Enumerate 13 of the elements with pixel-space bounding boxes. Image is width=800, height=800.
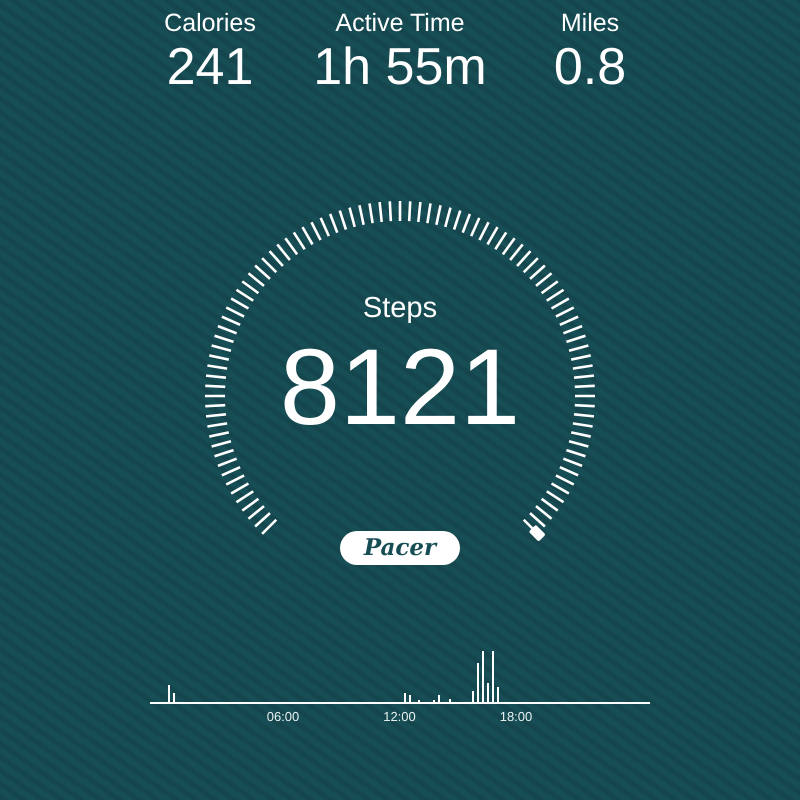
stat-label: Calories <box>164 8 256 38</box>
stat-label: Miles <box>560 8 620 38</box>
steps-label: Steps <box>362 291 438 325</box>
gauge-thumb <box>528 524 546 542</box>
stat-label: Active Time <box>335 8 465 38</box>
stat-value: 0.8 <box>554 38 626 96</box>
stat-value: 241 <box>166 38 254 96</box>
stat-value: 1h 55m <box>313 38 487 96</box>
axis-label: 18:00 <box>500 708 532 726</box>
axis-label: 06:00 <box>266 708 300 726</box>
axis-label: 12:00 <box>383 708 416 726</box>
steps-count: 8121 <box>280 333 520 441</box>
logo-badge: Pacer <box>340 531 460 565</box>
